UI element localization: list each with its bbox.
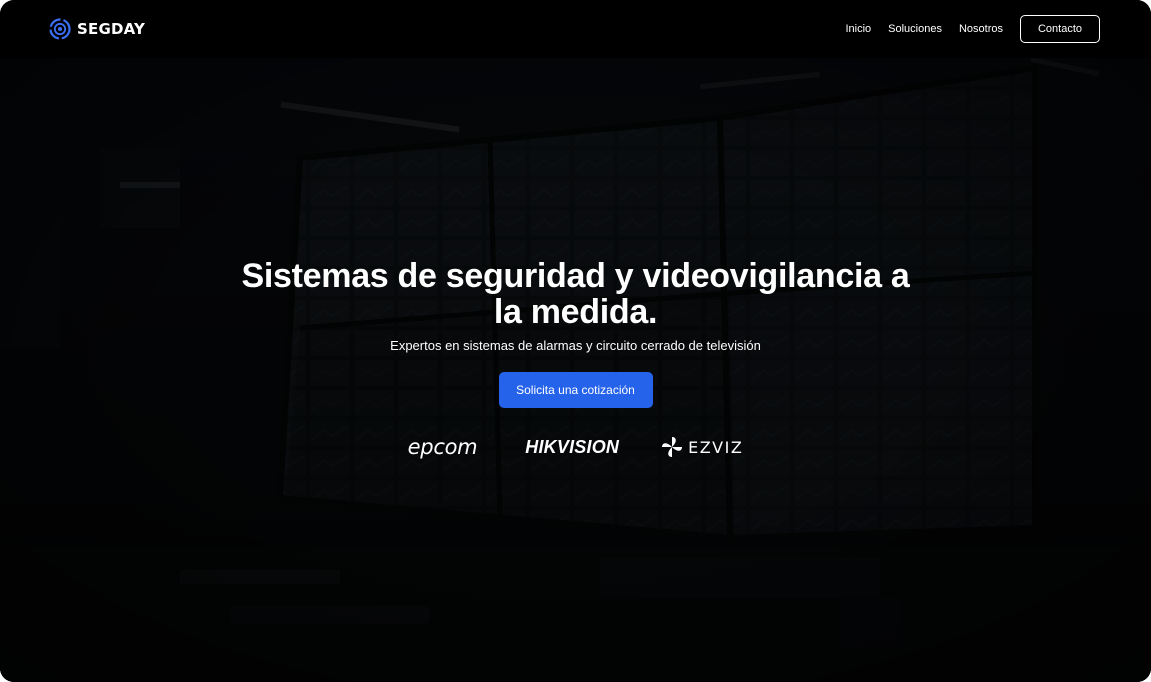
brand[interactable]: SEGDAY	[48, 16, 145, 42]
brand-logo-hikvision: HIKVISION	[525, 436, 620, 457]
hero-section: Sistemas de seguridad y videovigilancia …	[0, 58, 1151, 682]
segday-logo-icon	[49, 18, 71, 40]
brand-logo-epcom: epcom	[407, 435, 478, 459]
brand-name: SEGDAY	[77, 20, 146, 38]
request-quote-button[interactable]: Solicita una cotización	[498, 372, 653, 408]
hero-content: Sistemas de seguridad y videovigilancia …	[0, 258, 1151, 459]
site-header: SEGDAY Inicio Soluciones Nosotros Contac…	[0, 0, 1151, 58]
hero-title: Sistemas de seguridad y videovigilancia …	[241, 257, 910, 331]
ezviz-logo-icon	[662, 437, 683, 457]
hero-subtitle: Expertos en sistemas de alarmas y circui…	[390, 338, 761, 353]
nav-link-soluciones[interactable]: Soluciones	[888, 23, 942, 35]
browser-window: SEGDAY Inicio Soluciones Nosotros Contac…	[0, 0, 1151, 682]
ezviz-wordmark: EZVIZ	[688, 437, 744, 457]
nav-link-nosotros[interactable]: Nosotros	[959, 23, 1003, 35]
nav-link-inicio[interactable]: Inicio	[845, 23, 871, 35]
contact-button[interactable]: Contacto	[1020, 15, 1100, 43]
brand-logo-ezviz: EZVIZ	[661, 436, 743, 458]
partner-brands: epcom HIKVISION EZVIZ	[0, 435, 1151, 459]
main-nav: Inicio Soluciones Nosotros Contacto	[845, 15, 1100, 43]
